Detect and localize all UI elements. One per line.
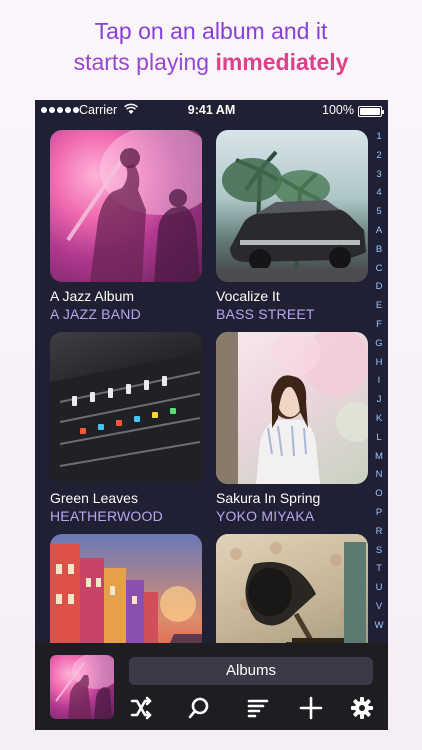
headline-emphasis: immediately (215, 49, 349, 75)
album-card[interactable]: Vocalize It BASS STREET (216, 130, 368, 322)
battery-percent: 100% (322, 103, 354, 117)
index-letter[interactable]: 2 (376, 147, 381, 166)
index-letter[interactable]: K (376, 410, 382, 429)
phone-screen: Carrier 9:41 AM 100% A Jazz Album A JAZZ… (35, 100, 388, 730)
promo-headline: Tap on an album and it starts playing im… (0, 16, 422, 78)
album-artist: A JAZZ BAND (50, 306, 141, 322)
player-bar: Albums (35, 643, 388, 730)
index-letter[interactable]: U (376, 579, 383, 598)
album-cover[interactable] (50, 332, 202, 484)
search-icon[interactable] (186, 695, 212, 721)
index-letter[interactable]: G (375, 335, 382, 354)
index-letter[interactable]: T (376, 560, 382, 579)
sort-icon[interactable] (245, 695, 271, 721)
album-title: Green Leaves (50, 490, 138, 506)
shuffle-icon[interactable] (128, 695, 154, 721)
index-letter[interactable]: S (376, 542, 382, 561)
index-letter[interactable]: 3 (376, 166, 381, 185)
status-bar: Carrier 9:41 AM 100% (35, 100, 388, 121)
alphabet-index[interactable]: 12345ABCDEFGHIJKLMNOPRSTUVW (372, 128, 386, 636)
battery-icon (358, 106, 384, 117)
add-icon[interactable] (298, 695, 324, 721)
index-letter[interactable]: D (376, 278, 383, 297)
now-playing-artwork[interactable] (50, 655, 114, 719)
index-letter[interactable]: M (375, 448, 383, 467)
index-letter[interactable]: W (375, 617, 384, 636)
album-card[interactable]: A Jazz Album A JAZZ BAND (50, 130, 202, 322)
album-title: A Jazz Album (50, 288, 135, 304)
album-title: Sakura In Spring (216, 490, 321, 506)
index-letter[interactable]: R (376, 523, 383, 542)
index-letter[interactable]: L (376, 429, 381, 448)
index-letter[interactable]: J (377, 391, 382, 410)
album-artist: BASS STREET (216, 306, 315, 322)
index-letter[interactable]: A (376, 222, 382, 241)
headline-line-1: Tap on an album and it (94, 18, 328, 44)
index-letter[interactable]: F (376, 316, 382, 335)
album-cover[interactable] (50, 130, 202, 282)
album-card[interactable]: Sakura In Spring YOKO MIYAKA (216, 332, 368, 524)
index-letter[interactable]: 5 (376, 203, 381, 222)
index-letter[interactable]: C (376, 260, 383, 279)
index-letter[interactable]: E (376, 297, 382, 316)
album-artist: HEATHERWOOD (50, 508, 163, 524)
album-cover[interactable] (216, 332, 368, 484)
album-artist: YOKO MIYAKA (216, 508, 315, 524)
index-letter[interactable]: O (375, 485, 382, 504)
index-letter[interactable]: 1 (376, 128, 381, 147)
index-letter[interactable]: N (376, 466, 383, 485)
albums-section-button[interactable]: Albums (129, 657, 373, 685)
index-letter[interactable]: V (376, 598, 382, 617)
album-title: Vocalize It (216, 288, 280, 304)
album-cover[interactable] (216, 130, 368, 282)
index-letter[interactable]: P (376, 504, 382, 523)
index-letter[interactable]: I (378, 372, 381, 391)
index-letter[interactable]: H (376, 354, 383, 373)
index-letter[interactable]: B (376, 241, 382, 260)
settings-icon[interactable] (349, 695, 375, 721)
headline-line-2: starts playing (73, 49, 216, 75)
album-card[interactable]: Green Leaves HEATHERWOOD (50, 332, 202, 524)
index-letter[interactable]: 4 (376, 184, 381, 203)
